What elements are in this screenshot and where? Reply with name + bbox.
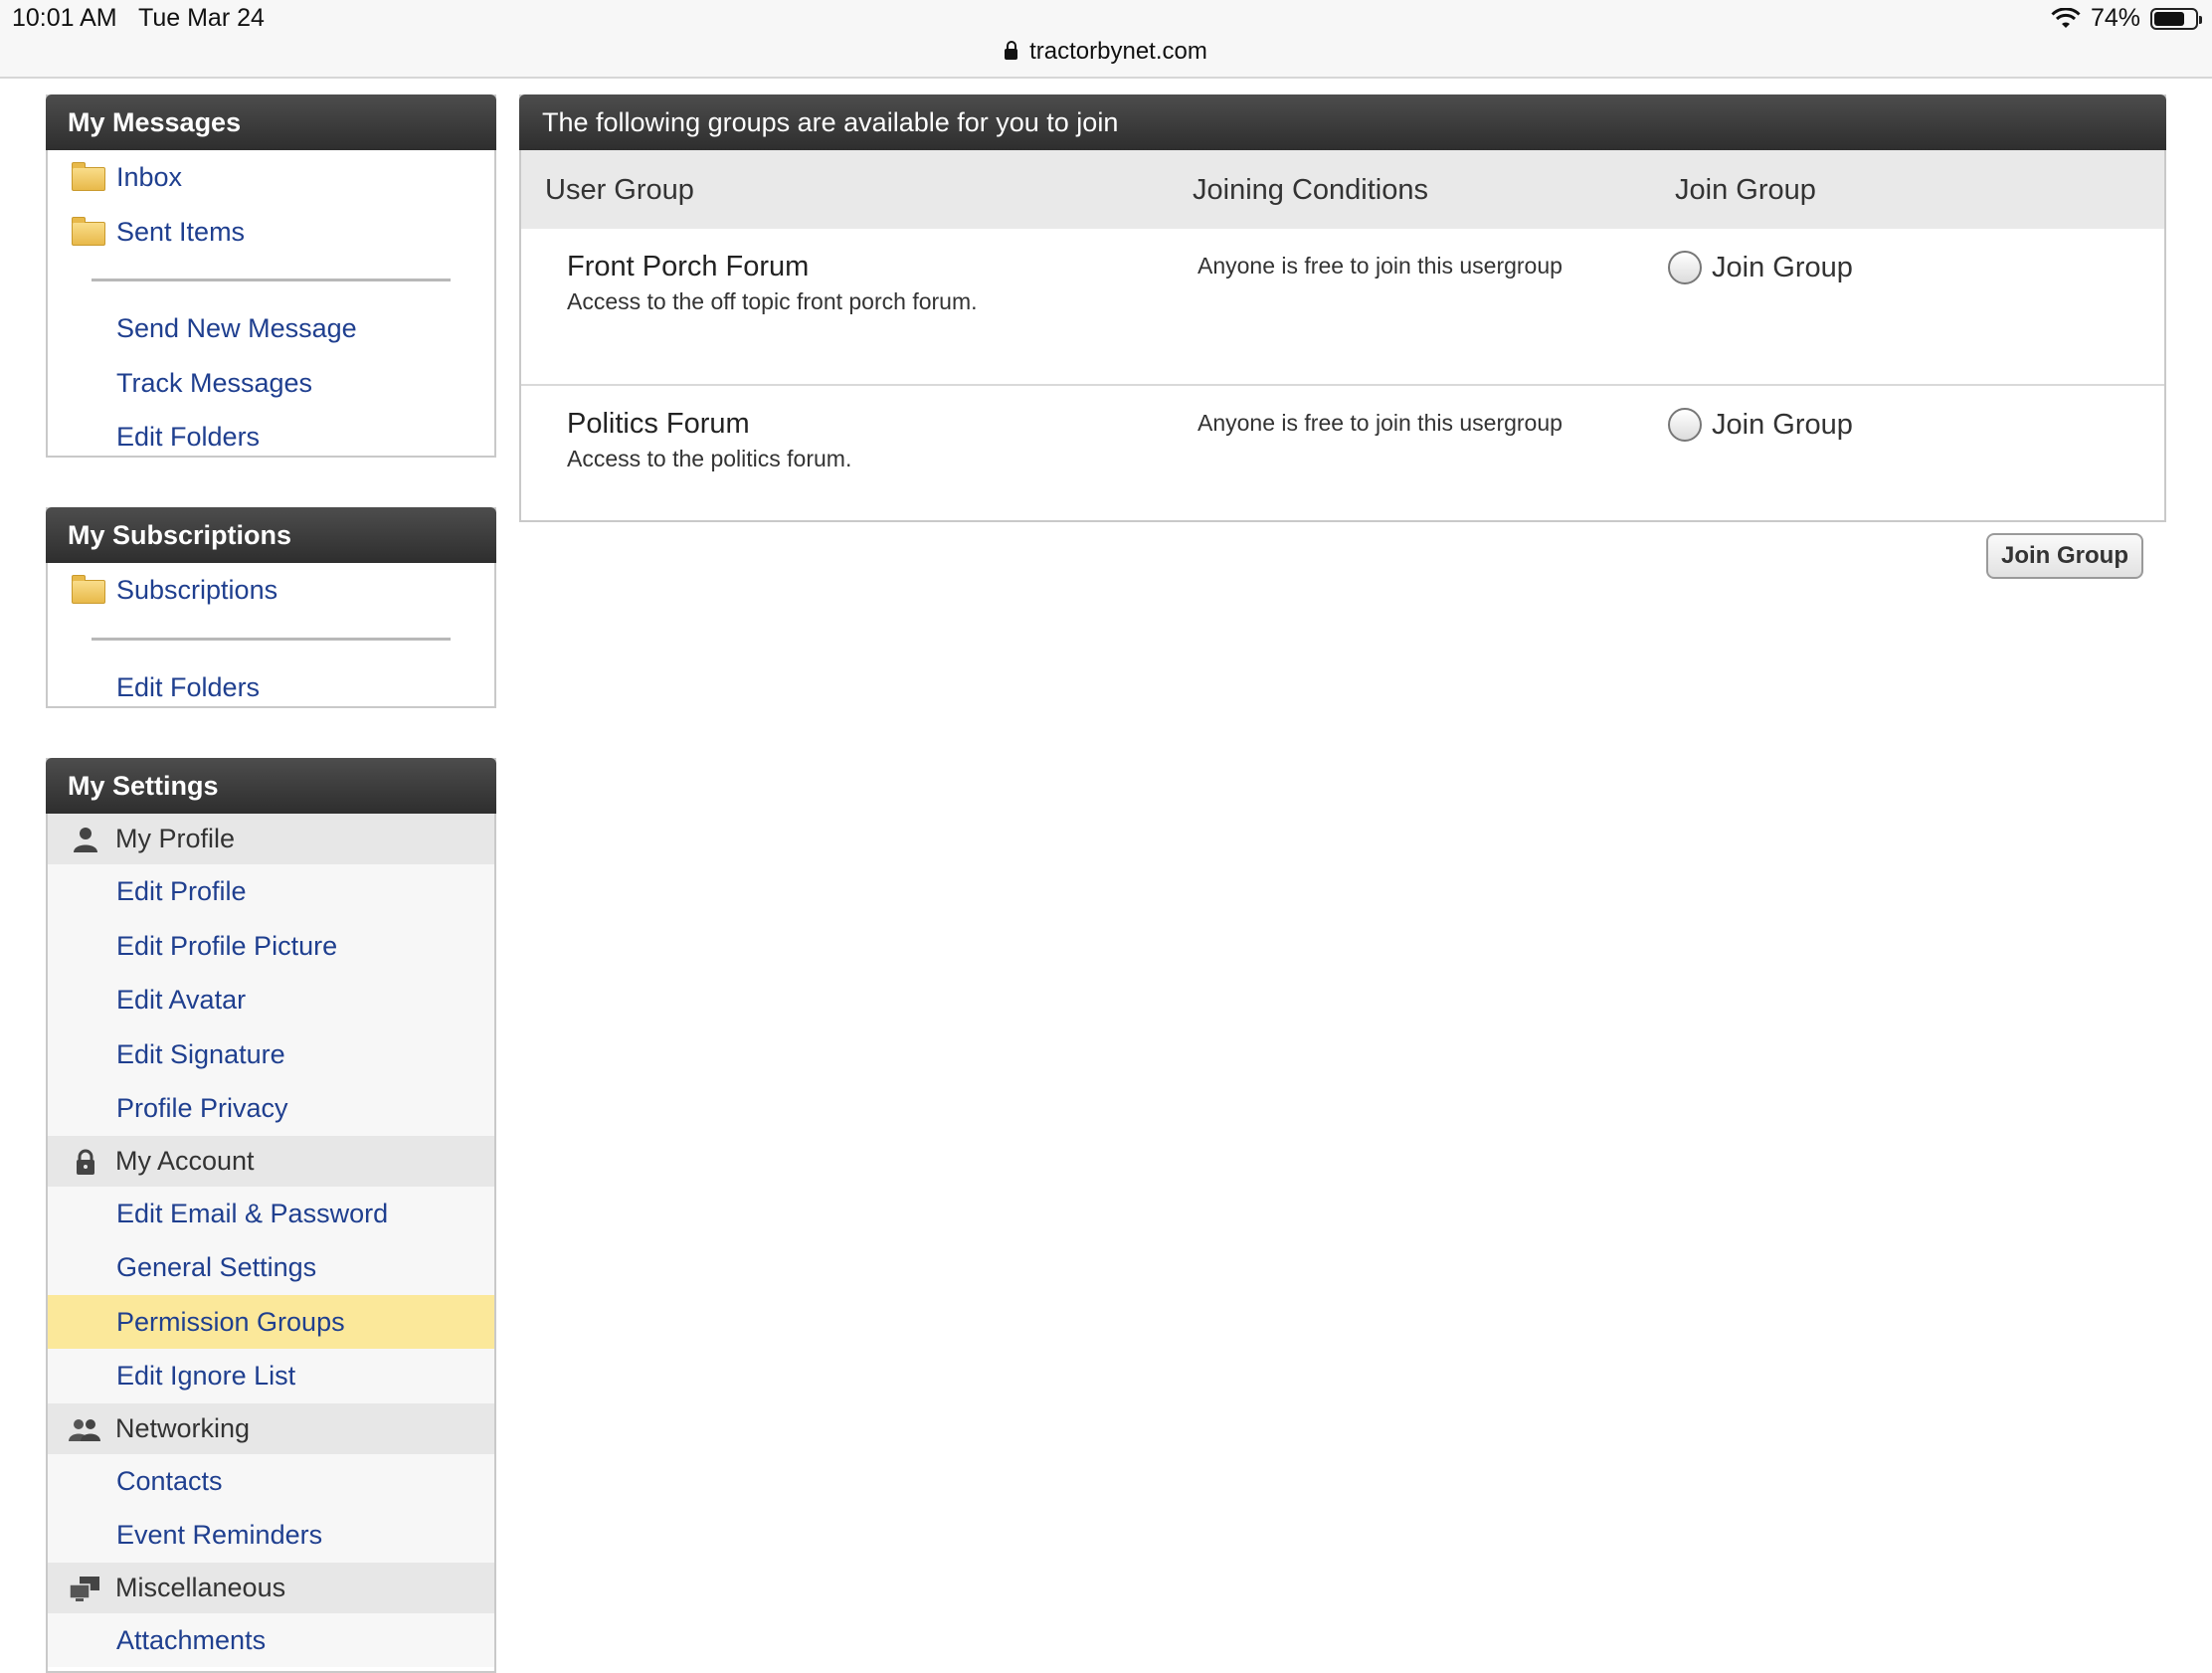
permission-groups-link[interactable]: Permission Groups (48, 1294, 494, 1349)
battery-percent: 74% (2090, 4, 2140, 32)
edit-profile-link[interactable]: Edit Profile (48, 864, 494, 919)
status-date: Tue Mar 24 (138, 4, 265, 32)
table-row: Politics Forum Access to the politics fo… (521, 386, 2164, 541)
my-subscriptions-title: My Subscriptions (46, 507, 496, 563)
folder-icon (72, 162, 105, 191)
subscriptions-edit-folders-link[interactable]: Edit Folders (48, 660, 494, 715)
status-bar: 10:01 AM Tue Mar 24 74% tractorbynet.com (0, 0, 2212, 79)
send-new-message-link[interactable]: Send New Message (48, 301, 494, 356)
join-group-submit-button[interactable]: Join Group (1986, 533, 2143, 579)
my-messages-title: My Messages (46, 94, 496, 150)
column-join-group: Join Group (1675, 174, 1816, 206)
inbox-link[interactable]: Inbox (48, 150, 494, 205)
my-subscriptions-panel: My Subscriptions Subscriptions Edit Fold… (46, 507, 496, 708)
radio-button[interactable] (1668, 408, 1702, 442)
status-indicators: 74% (2051, 4, 2202, 33)
my-messages-panel: My Messages Inbox Sent Items Send New Me… (46, 94, 496, 458)
edit-folders-link[interactable]: Edit Folders (48, 410, 494, 465)
group-description: Access to the politics forum. (567, 446, 852, 471)
status-time: 10:01 AM (12, 4, 117, 32)
edit-email-password-link[interactable]: Edit Email & Password (48, 1186, 494, 1240)
people-icon (69, 1418, 100, 1441)
group-condition: Anyone is free to join this usergroup (1198, 410, 1563, 436)
edit-ignore-list-link[interactable]: Edit Ignore List (48, 1349, 494, 1403)
address-bar[interactable]: tractorbynet.com (0, 38, 2212, 66)
section-my-profile: My Profile (48, 814, 494, 864)
join-politics-radio[interactable]: Join Group (1668, 408, 1853, 442)
table-header: User Group Joining Conditions Join Group (521, 150, 2164, 229)
group-condition: Anyone is free to join this usergroup (1198, 253, 1563, 279)
radio-button[interactable] (1668, 251, 1702, 284)
sent-items-link[interactable]: Sent Items (48, 205, 494, 260)
group-name: Front Porch Forum (567, 251, 810, 282)
my-settings-panel: My Settings My Profile Edit Profile Edit… (46, 758, 496, 1673)
computers-icon (69, 1576, 99, 1601)
table-row: Front Porch Forum Access to the off topi… (521, 229, 2164, 386)
user-icon (74, 828, 97, 852)
my-settings-title: My Settings (46, 758, 496, 814)
section-networking: Networking (48, 1402, 494, 1454)
section-my-account: My Account (48, 1135, 494, 1187)
join-front-porch-radio[interactable]: Join Group (1668, 251, 1853, 284)
divider (92, 637, 451, 641)
battery-icon (2150, 7, 2202, 30)
edit-avatar-link[interactable]: Edit Avatar (48, 973, 494, 1027)
event-reminders-link[interactable]: Event Reminders (48, 1508, 494, 1563)
contacts-link[interactable]: Contacts (48, 1453, 494, 1508)
address-domain: tractorbynet.com (1029, 38, 1207, 65)
edit-profile-picture-link[interactable]: Edit Profile Picture (48, 918, 494, 973)
column-joining-conditions: Joining Conditions (1193, 174, 1428, 206)
column-user-group: User Group (545, 174, 694, 206)
general-settings-link[interactable]: General Settings (48, 1240, 494, 1295)
folder-icon (72, 216, 105, 246)
wifi-icon (2051, 7, 2081, 28)
join-groups-panel: The following groups are available for y… (519, 94, 2166, 522)
panel-title: The following groups are available for y… (519, 94, 2166, 150)
group-description: Access to the off topic front porch foru… (567, 288, 978, 314)
group-name: Politics Forum (567, 408, 750, 440)
lock-icon (1005, 41, 1018, 60)
padlock-icon (77, 1149, 94, 1175)
divider (92, 279, 451, 281)
edit-signature-link[interactable]: Edit Signature (48, 1026, 494, 1081)
profile-privacy-link[interactable]: Profile Privacy (48, 1081, 494, 1136)
folder-icon (72, 575, 105, 604)
track-messages-link[interactable]: Track Messages (48, 356, 494, 411)
subscriptions-link[interactable]: Subscriptions (48, 563, 494, 618)
section-miscellaneous: Miscellaneous (48, 1562, 494, 1613)
